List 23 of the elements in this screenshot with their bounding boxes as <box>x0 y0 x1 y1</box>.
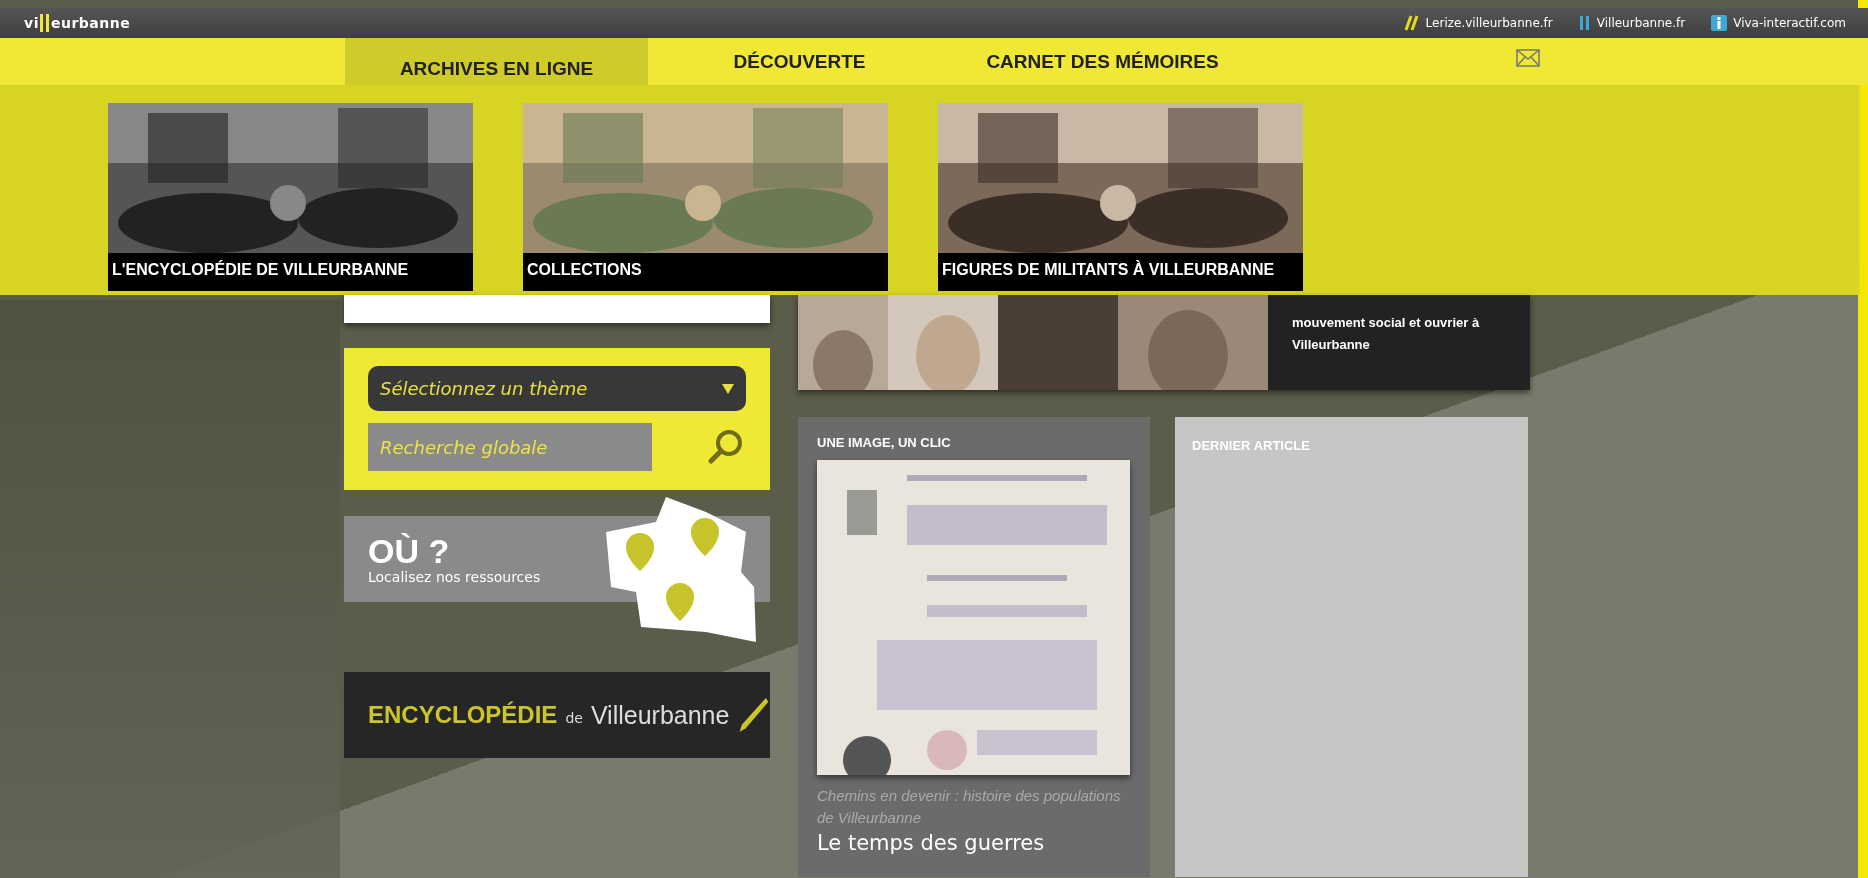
info-icon <box>1711 15 1728 31</box>
caret-icon <box>722 383 734 394</box>
search-field[interactable]: Recherche globale <box>368 423 652 471</box>
logo[interactable]: vi eurbanne <box>24 13 131 33</box>
menu-tile[interactable]: FIGURES DE MILITANTS À VILLEURBANNE <box>938 103 1303 291</box>
image-card[interactable]: UNE IMAGE, UN CLIC Chemins en devenir : histoire des populations de Villeurbanne Le temps des guerres <box>798 417 1150 877</box>
card-caption: Chemins en devenir : histoire des populations de Villeurbanne <box>817 786 1122 828</box>
menu-tile[interactable]: L'ENCYCLOPÉDIE DE VILLEURBANNE <box>108 103 473 291</box>
nav-tab[interactable]: CARNET DES MÉMOIRES <box>951 38 1254 85</box>
mail-icon[interactable] <box>1516 48 1540 67</box>
site-link[interactable]: Lerize.villeurbanne.fr <box>1401 15 1553 31</box>
article-card: DERNIER ARTICLE <box>1175 417 1528 877</box>
news-card[interactable]: mouvement social et ouvrier à Villeurbanne <box>798 295 1530 390</box>
nav-tab[interactable]: ARCHIVES EN LIGNE <box>345 38 648 85</box>
menu-tile[interactable]: COLLECTIONS <box>523 103 888 291</box>
news-text: mouvement social et ouvrier à Villeurbanne <box>1291 314 1481 354</box>
encyclopedia-banner[interactable]: ENCYCLOPÉDIE de Villeurbanne <box>344 672 770 758</box>
site-link[interactable]: Viva-interactif.com <box>1711 15 1846 31</box>
site-link[interactable]: Villeurbanne.fr <box>1578 15 1686 31</box>
nav-tab[interactable]: DÉCOUVERTE <box>648 38 951 85</box>
bars-icon <box>1578 15 1591 31</box>
theme-select[interactable]: Sélectionnez un thème <box>368 366 746 411</box>
card-title: Le temps des guerres <box>817 831 1046 855</box>
